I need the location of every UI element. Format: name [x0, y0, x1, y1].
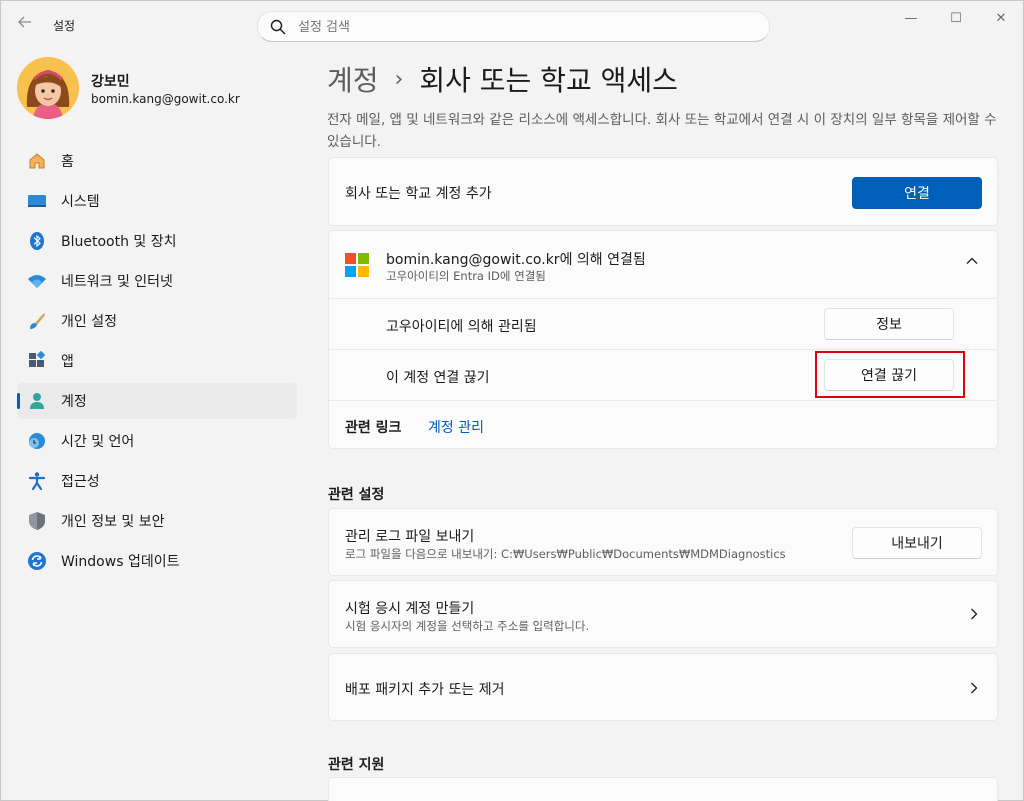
- main-content: 계정 › 회사 또는 학교 액세스 전자 메일, 앱 및 네트워크와 같은 리소…: [313, 49, 1013, 801]
- related-links-label: 관련 링크: [345, 420, 402, 436]
- sidebar-item-label: 앱: [61, 354, 74, 370]
- sidebar-item-label: 개인 설정: [61, 314, 117, 330]
- bluetooth-icon: [27, 231, 47, 251]
- update-icon: [27, 551, 47, 571]
- apps-icon: [27, 351, 47, 371]
- test-account-card[interactable]: 시험 응시 계정 만들기 시험 응시자의 계정을 선택하고 주소를 입력합니다.: [328, 580, 998, 648]
- export-logs-subtitle: 로그 파일을 다음으로 내보내기: C:₩Users₩Public₩Docume…: [345, 547, 786, 561]
- connect-button[interactable]: 연결: [852, 177, 982, 209]
- page-description: 전자 메일, 앱 및 네트워크와 같은 리소스에 액세스합니다. 회사 또는 학…: [327, 112, 997, 150]
- sidebar-item-privacy[interactable]: 개인 정보 및 보안: [17, 503, 297, 539]
- maximize-button[interactable]: ☐: [941, 9, 971, 29]
- shield-icon: [27, 511, 47, 531]
- title-bar: 설정 — ☐ ✕: [1, 1, 1023, 49]
- chevron-up-icon[interactable]: [965, 253, 979, 272]
- manage-account-link[interactable]: 계정 관리: [428, 417, 484, 437]
- search-input[interactable]: [298, 16, 748, 38]
- connected-account-subtitle: 고우아이티의 Entra ID에 연결됨: [386, 269, 546, 283]
- divider: [329, 298, 997, 299]
- provisioning-title: 배포 패키지 추가 또는 제거: [345, 682, 505, 698]
- time-language-icon: [27, 431, 47, 451]
- sidebar-item-label: Windows 업데이트: [61, 554, 180, 570]
- disconnect-label: 이 계정 연결 끊기: [386, 370, 490, 386]
- info-button[interactable]: 정보: [824, 308, 954, 340]
- user-email: bomin.kang@gowit.co.kr: [91, 92, 240, 106]
- avatar: [17, 57, 79, 119]
- system-icon: [27, 191, 47, 211]
- sidebar-item-time-language[interactable]: 시간 및 언어: [17, 423, 297, 459]
- sidebar-item-label: 계정: [61, 394, 87, 410]
- add-account-card: 회사 또는 학교 계정 추가 연결: [328, 157, 998, 226]
- sidebar-item-bluetooth[interactable]: Bluetooth 및 장치: [17, 223, 297, 259]
- sidebar-item-personalization[interactable]: 개인 설정: [17, 303, 297, 339]
- page-title: 회사 또는 학교 액세스: [419, 64, 678, 97]
- user-name: 강보민: [91, 74, 130, 90]
- sidebar-item-label: 시간 및 언어: [61, 434, 135, 450]
- chevron-right-icon: [967, 680, 981, 699]
- settings-window: 설정 — ☐ ✕ 강보민 bomin.kang@g: [0, 0, 1024, 801]
- brush-icon: [27, 311, 47, 331]
- sidebar-item-label: 네트워크 및 인터넷: [61, 274, 173, 290]
- search-box[interactable]: [257, 11, 770, 42]
- user-profile[interactable]: 강보민 bomin.kang@gowit.co.kr: [17, 57, 287, 121]
- app-title: 설정: [53, 19, 76, 33]
- sidebar-item-apps[interactable]: 앱: [17, 343, 297, 379]
- divider: [329, 349, 997, 350]
- connected-account-title: bomin.kang@gowit.co.kr에 의해 연결됨: [386, 252, 646, 268]
- provisioning-card[interactable]: 배포 패키지 추가 또는 제거: [328, 653, 998, 721]
- minimize-button[interactable]: —: [896, 9, 926, 29]
- export-button[interactable]: 내보내기: [852, 527, 982, 559]
- home-icon: [27, 151, 47, 171]
- related-support-card: [328, 777, 998, 801]
- divider: [329, 400, 997, 401]
- sidebar-item-network[interactable]: 네트워크 및 인터넷: [17, 263, 297, 299]
- sidebar-item-system[interactable]: 시스템: [17, 183, 297, 219]
- sidebar-item-accessibility[interactable]: 접근성: [17, 463, 297, 499]
- managed-by-label: 고우아이티에 의해 관리됨: [386, 319, 537, 335]
- sidebar-item-label: Bluetooth 및 장치: [61, 234, 177, 250]
- breadcrumb-separator: ›: [394, 66, 404, 92]
- breadcrumb: 계정 › 회사 또는 학교 액세스: [327, 59, 678, 99]
- back-arrow-icon[interactable]: [13, 13, 37, 37]
- close-button[interactable]: ✕: [986, 9, 1016, 29]
- search-icon: [270, 19, 286, 35]
- test-account-subtitle: 시험 응시자의 계정을 선택하고 주소를 입력합니다.: [345, 619, 590, 633]
- sidebar-item-label: 개인 정보 및 보안: [61, 514, 165, 530]
- sidebar-nav: 홈 시스템 Bluetooth 및 장치 네트워크 및 인터넷 개인 설정 앱 …: [17, 143, 297, 583]
- account-icon: [27, 391, 47, 411]
- export-logs-card: 관리 로그 파일 보내기 로그 파일을 다음으로 내보내기: C:₩Users₩…: [328, 508, 998, 576]
- related-support-heading: 관련 지원: [328, 757, 385, 773]
- sidebar-item-label: 접근성: [61, 474, 100, 490]
- sidebar-item-accounts[interactable]: 계정: [17, 383, 297, 419]
- sidebar-item-home[interactable]: 홈: [17, 143, 297, 179]
- sidebar-item-label: 홈: [61, 154, 74, 170]
- breadcrumb-parent[interactable]: 계정: [327, 59, 379, 99]
- related-settings-heading: 관련 설정: [328, 487, 385, 503]
- connected-account-card: bomin.kang@gowit.co.kr에 의해 연결됨 고우아이티의 En…: [328, 230, 998, 449]
- sidebar-item-label: 시스템: [61, 194, 100, 210]
- chevron-right-icon: [967, 606, 981, 625]
- highlight-box: [815, 351, 965, 398]
- wifi-icon: [27, 271, 47, 291]
- microsoft-logo-icon: [345, 253, 369, 277]
- export-logs-title: 관리 로그 파일 보내기: [345, 529, 475, 545]
- test-account-title: 시험 응시 계정 만들기: [345, 601, 475, 617]
- add-account-label: 회사 또는 학교 계정 추가: [345, 186, 492, 202]
- accessibility-icon: [27, 471, 47, 491]
- sidebar-item-windows-update[interactable]: Windows 업데이트: [17, 543, 297, 579]
